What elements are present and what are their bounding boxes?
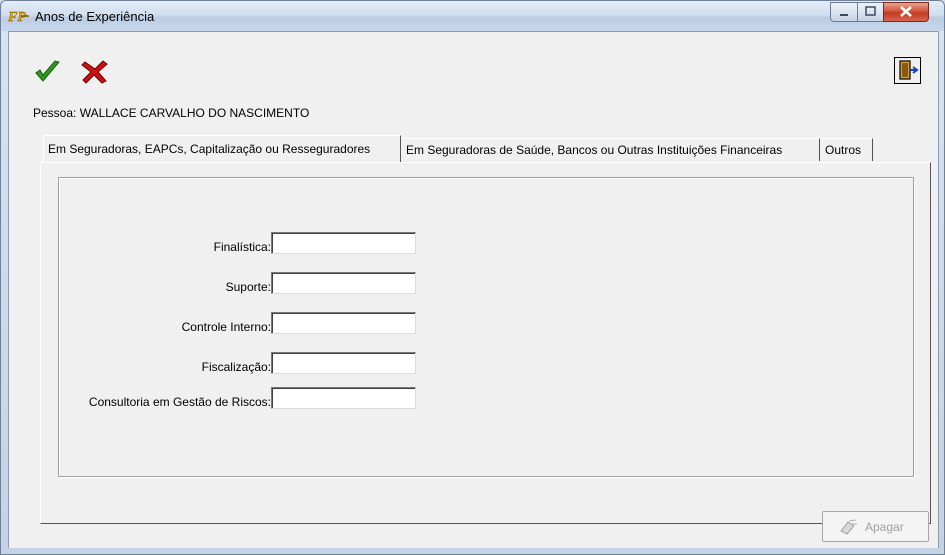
consultoria-riscos-label: Consultoria em Gestão de Riscos: (88, 395, 271, 409)
controle-interno-label: Controle Interno: (181, 320, 271, 334)
fp-logo-icon: FP (8, 10, 29, 24)
tab-label: Em Seguradoras, EAPCs, Capitalização ou … (48, 142, 371, 156)
confirm-button[interactable] (34, 59, 62, 85)
maximize-button[interactable] (857, 2, 884, 22)
client-area: Pessoa: WALLACE CARVALHO DO NASCIMENTO E… (8, 31, 939, 551)
maximize-icon (865, 6, 876, 16)
fiscalizacao-input[interactable] (271, 352, 416, 374)
app-window: FP Anos de Experiência Pessoa: WALLACE C… (0, 0, 945, 555)
controle-interno-input[interactable] (271, 312, 416, 334)
tab-label: Outros (825, 143, 862, 157)
close-icon (900, 6, 912, 17)
window-title: Anos de Experiência (35, 9, 155, 24)
delete-button[interactable]: Apagar (822, 511, 929, 542)
person-name: Pessoa: WALLACE CARVALHO DO NASCIMENTO (33, 106, 310, 120)
experience-groupbox: Finalística: Suporte: Controle Interno: … (58, 177, 914, 477)
tab-outros[interactable]: Outros (821, 138, 873, 161)
tab-label: Em Seguradoras de Saúde, Bancos ou Outra… (406, 143, 783, 157)
finalistica-input[interactable] (271, 232, 416, 254)
exit-door-icon (899, 60, 919, 80)
close-button[interactable] (883, 2, 929, 22)
tab-panel: Finalística: Suporte: Controle Interno: … (40, 162, 931, 524)
delete-button-label: Apagar (865, 520, 904, 534)
suporte-input[interactable] (271, 272, 416, 294)
minimize-button[interactable] (830, 2, 858, 22)
minimize-icon (840, 14, 848, 16)
tab-seguradoras-saude[interactable]: Em Seguradoras de Saúde, Bancos ou Outra… (402, 138, 820, 161)
title-bar[interactable]: FP Anos de Experiência (1, 1, 944, 31)
checkmark-icon (35, 60, 60, 82)
window-bottom-border (1, 548, 944, 554)
tab-seguradoras-eapcs[interactable]: Em Seguradoras, EAPCs, Capitalização ou … (43, 135, 401, 162)
fiscalizacao-label: Fiscalização: (201, 360, 271, 374)
cancel-button[interactable] (81, 59, 109, 85)
suporte-label: Suporte: (225, 280, 271, 294)
consultoria-riscos-input[interactable] (271, 387, 416, 409)
svg-text:FP: FP (8, 10, 26, 24)
exit-button[interactable] (894, 57, 921, 84)
finalistica-label: Finalística: (213, 240, 271, 254)
eraser-icon (840, 519, 857, 535)
red-x-icon (81, 60, 108, 84)
